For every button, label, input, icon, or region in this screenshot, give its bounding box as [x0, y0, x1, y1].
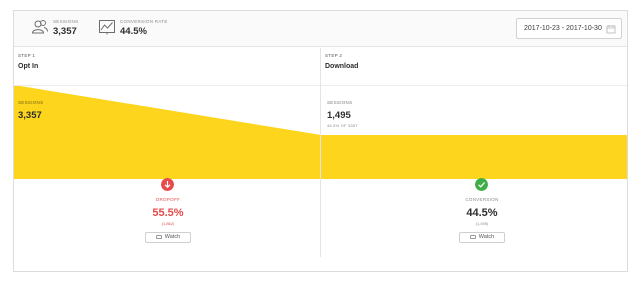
watch-label: Watch — [164, 234, 181, 240]
users-icon — [31, 20, 48, 34]
dropoff-label: DROPOFF — [155, 197, 181, 202]
step-number: STEP 1 — [18, 53, 36, 58]
step-sessions-percent: 44.5% OF 3357 — [327, 123, 358, 128]
step-name: Opt In — [18, 63, 39, 70]
watch-button[interactable]: Watch — [145, 232, 191, 243]
kpi-conversion-value: 44.5% — [120, 26, 147, 37]
dropoff-value: 55.5% — [152, 207, 184, 219]
chart-line-icon — [99, 20, 115, 35]
step-sessions-label: SESSIONS — [18, 100, 44, 105]
kpi-sessions-value: 3,357 — [53, 26, 77, 37]
step-name: Download — [325, 63, 359, 70]
step-number: STEP 2 — [325, 53, 343, 58]
step-sessions-label: SESSIONS — [327, 100, 353, 105]
step-divider — [321, 85, 627, 86]
kpi-sessions-label: SESSIONS — [53, 19, 79, 24]
calendar-icon — [606, 25, 616, 34]
video-icon — [469, 234, 476, 239]
step-sessions-value: 1,495 — [327, 110, 351, 121]
kpi-sessions: SESSIONS 3,357 — [31, 18, 101, 40]
arrow-down-icon — [161, 178, 174, 191]
check-icon — [475, 178, 488, 191]
watch-button[interactable]: Watch — [459, 232, 505, 243]
conversion-count: (1,495) — [475, 221, 489, 226]
date-range-picker[interactable]: 2017-10-23 - 2017-10-30 — [516, 18, 622, 39]
funnel-header: SESSIONS 3,357 CONVERSION RATE 44.5% 201… — [14, 11, 627, 47]
step-sessions-value: 3,357 — [18, 110, 42, 121]
dropoff-count: (1,862) — [161, 221, 175, 226]
kpi-conversion-rate: CONVERSION RATE 44.5% — [98, 18, 188, 40]
conversion-value: 44.5% — [466, 207, 498, 219]
watch-label: Watch — [478, 234, 495, 240]
funnel-step-1: STEP 1 Opt In SESSIONS 3,357 DROPOFF 55.… — [14, 48, 321, 257]
date-range-text: 2017-10-23 - 2017-10-30 — [524, 25, 602, 32]
video-icon — [155, 234, 162, 239]
funnel-panel: SESSIONS 3,357 CONVERSION RATE 44.5% 201… — [13, 10, 628, 272]
funnel-step-2: STEP 2 Download SESSIONS 1,495 44.5% OF … — [321, 48, 627, 257]
conversion-label: CONVERSION — [465, 197, 499, 202]
step-divider — [14, 85, 320, 86]
kpi-conversion-label: CONVERSION RATE — [120, 19, 168, 24]
